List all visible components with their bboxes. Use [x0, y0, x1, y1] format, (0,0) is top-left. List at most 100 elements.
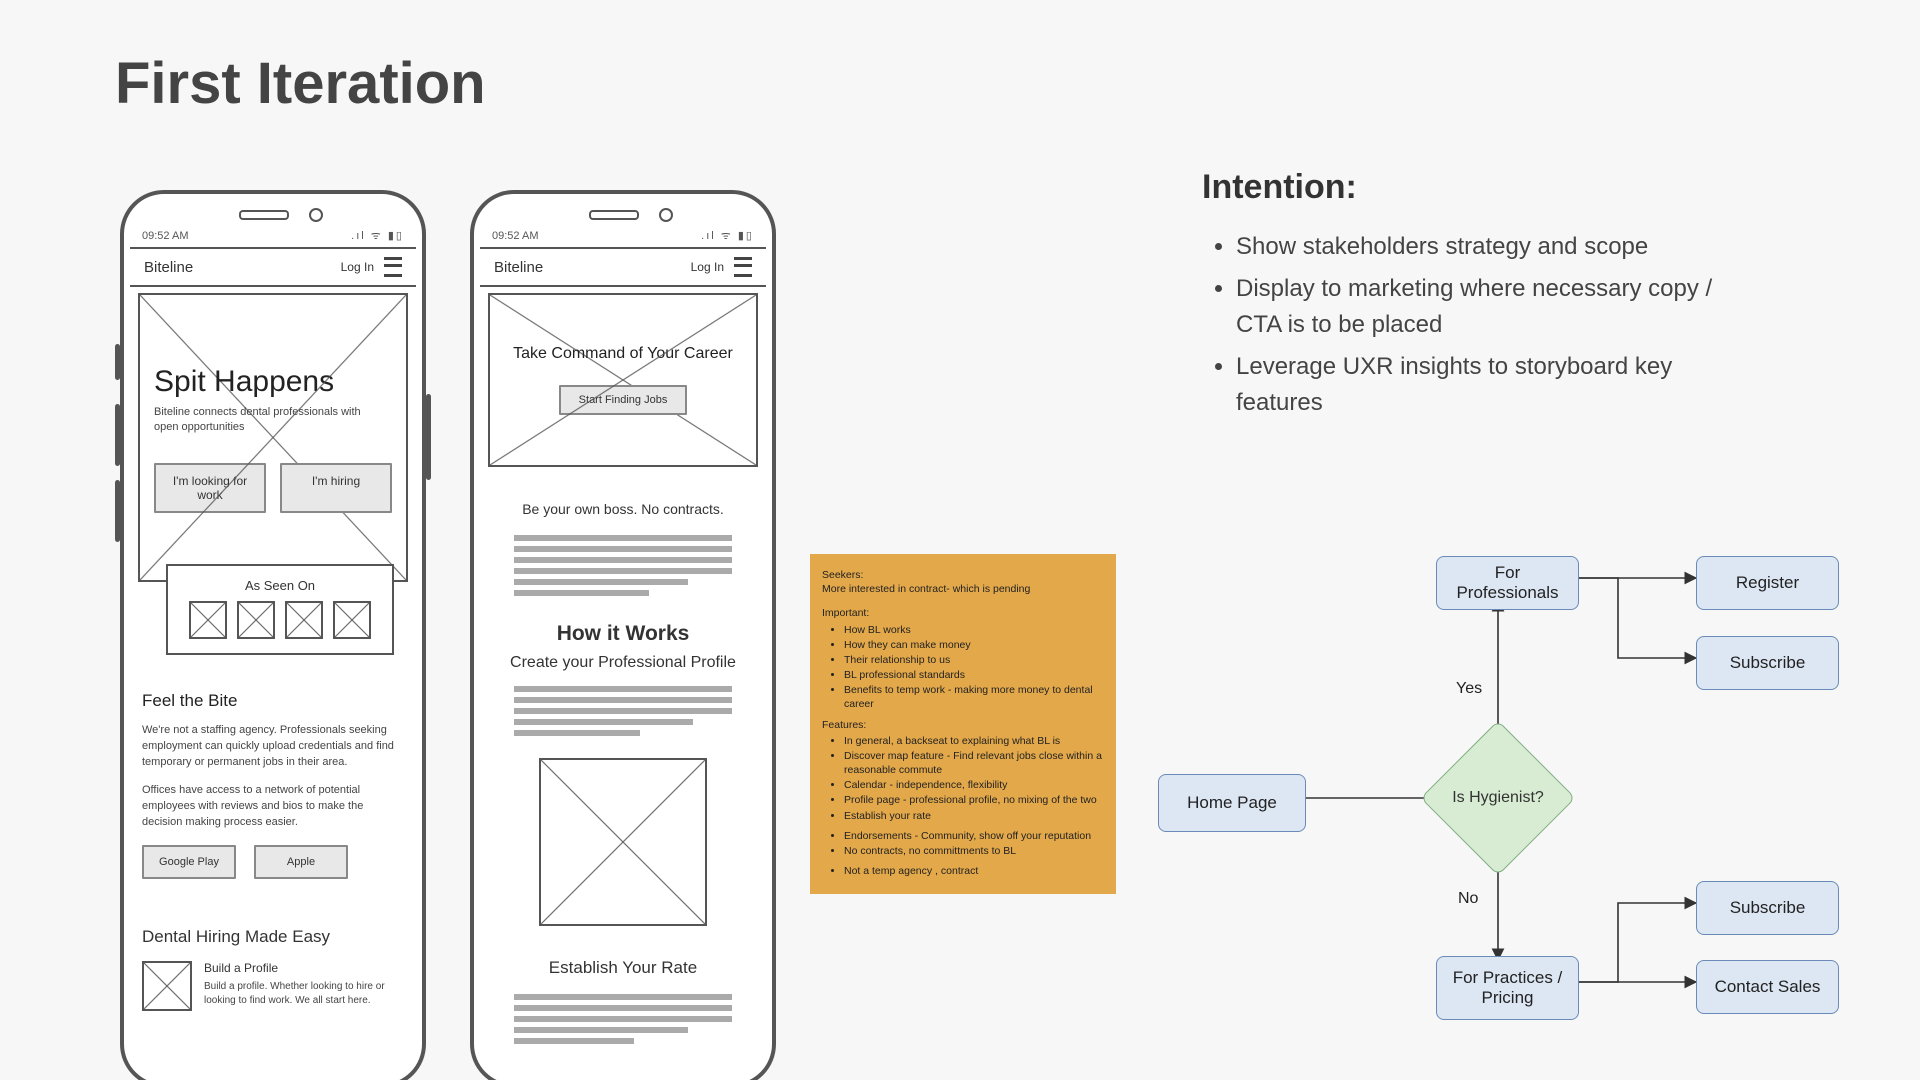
app-header: Biteline Log In	[130, 247, 416, 287]
intention-item: Display to marketing where necessary cop…	[1236, 271, 1756, 343]
note-item: Not a temp agency , contract	[844, 864, 1104, 878]
logo-placeholder	[237, 601, 275, 639]
speaker-icon	[239, 210, 289, 220]
intention-list: Show stakeholders strategy and scope Dis…	[1202, 229, 1756, 421]
flow-edge-yes: Yes	[1456, 680, 1482, 698]
hiring-button[interactable]: I'm hiring	[280, 463, 392, 513]
login-link[interactable]: Log In	[691, 260, 724, 274]
note-heading: Features:	[822, 718, 1104, 732]
note-item: Profile page - professional profile, no …	[844, 793, 1104, 807]
app-header: Biteline Log In	[480, 247, 766, 287]
note-item: Establish your rate	[844, 809, 1104, 823]
hero-image-placeholder: Take Command of Your Career Start Findin…	[488, 293, 758, 467]
flow-decision-hygienist: Is Hygienist?	[1443, 743, 1553, 853]
hero-headline: Take Command of Your Career	[513, 345, 733, 363]
flow-node-contact-sales: Contact Sales	[1696, 960, 1839, 1014]
how-it-works-heading: How it Works	[484, 622, 762, 646]
flow-edge-no: No	[1458, 890, 1478, 908]
hero-headline: Spit Happens	[154, 365, 392, 399]
as-seen-on-label: As Seen On	[178, 578, 382, 593]
copy-placeholder	[514, 535, 732, 596]
camera-icon	[659, 208, 673, 222]
feature-copy: Build a profile. Whether looking to hire…	[204, 980, 404, 1008]
flow-decision-label: Is Hygienist?	[1443, 743, 1553, 853]
logo-placeholder	[333, 601, 371, 639]
phone-side-button	[115, 480, 120, 542]
note-list-important: How BL works How they can make money The…	[822, 623, 1104, 712]
as-seen-on-card: As Seen On	[166, 564, 394, 655]
screen: Spit Happens Biteline connects dental pr…	[124, 287, 422, 1023]
note-line: More interested in contract- which is pe…	[822, 582, 1104, 596]
phone-side-button	[115, 404, 120, 466]
note-list-features: In general, a backseat to explaining wha…	[822, 734, 1104, 823]
section-heading: Feel the Bite	[142, 691, 404, 711]
intention-block: Intention: Show stakeholders strategy an…	[1202, 168, 1756, 427]
hiring-easy-section: Dental Hiring Made Easy Build a Profile …	[142, 927, 404, 1011]
intention-heading: Intention:	[1202, 168, 1756, 207]
copy-placeholder	[514, 686, 732, 736]
status-icons: .ıl ᯤ ▮▯	[701, 228, 754, 243]
status-time: 09:52 AM	[142, 230, 188, 242]
feature-title: Build a Profile	[204, 961, 404, 975]
status-bar: 09:52 AM .ıl ᯤ ▮▯	[124, 222, 422, 245]
flow-node-subscribe-pro: Subscribe	[1696, 636, 1839, 690]
flow-node-professionals: For Professionals	[1436, 556, 1579, 610]
note-list-features-3: Not a temp agency , contract	[822, 864, 1104, 878]
brand-label: Biteline	[494, 259, 543, 276]
page-title: First Iteration	[115, 50, 486, 117]
seeker-button[interactable]: I'm looking for work	[154, 463, 266, 513]
note-list-features-2: Endorsements - Community, show off your …	[822, 829, 1104, 858]
note-item: BL professional standards	[844, 668, 1104, 682]
status-bar: 09:52 AM .ıl ᯤ ▮▯	[474, 222, 772, 245]
phone-side-button	[115, 344, 120, 380]
google-play-button[interactable]: Google Play	[142, 845, 236, 879]
research-sticky-note: Seekers: More interested in contract- wh…	[810, 554, 1116, 894]
note-item: In general, a backseat to explaining wha…	[844, 734, 1104, 748]
copy-placeholder	[514, 994, 732, 1044]
hero-subcopy: Biteline connects dental professionals w…	[154, 405, 384, 435]
note-item: No contracts, no committments to BL	[844, 844, 1104, 858]
start-finding-jobs-button[interactable]: Start Finding Jobs	[559, 385, 688, 415]
hamburger-icon[interactable]	[734, 257, 752, 277]
intention-item: Show stakeholders strategy and scope	[1236, 229, 1756, 265]
note-heading: Important:	[822, 606, 1104, 620]
flow-node-home: Home Page	[1158, 774, 1306, 832]
slide: First Iteration 09:52 AM .ıl ᯤ ▮▯ Biteli…	[0, 0, 1920, 1080]
image-placeholder	[539, 758, 707, 926]
apple-button[interactable]: Apple	[254, 845, 348, 879]
flow-node-subscribe-practice: Subscribe	[1696, 881, 1839, 935]
flow-node-register: Register	[1696, 556, 1839, 610]
speaker-icon	[589, 210, 639, 220]
note-item: Their relationship to us	[844, 653, 1104, 667]
logo-placeholder	[285, 601, 323, 639]
login-link[interactable]: Log In	[341, 260, 374, 274]
section-para: We're not a staffing agency. Professiona…	[142, 723, 404, 771]
establish-rate-heading: Establish Your Rate	[484, 958, 762, 978]
image-placeholder	[142, 961, 192, 1011]
brand-label: Biteline	[144, 259, 193, 276]
create-profile-heading: Create your Professional Profile	[484, 654, 762, 672]
screen: Take Command of Your Career Start Findin…	[474, 287, 772, 1056]
status-time: 09:52 AM	[492, 230, 538, 242]
wireframe-phone-1: 09:52 AM .ıl ᯤ ▮▯ Biteline Log In Spit H…	[120, 190, 426, 1080]
wireframe-phone-2: 09:52 AM .ıl ᯤ ▮▯ Biteline Log In Take C…	[470, 190, 776, 1080]
hero-image-placeholder: Spit Happens Biteline connects dental pr…	[138, 293, 408, 582]
logo-placeholder	[189, 601, 227, 639]
note-item: Benefits to temp work - making more mone…	[844, 683, 1104, 711]
section-para: Offices have access to a network of pote…	[142, 783, 404, 831]
note-item: Discover map feature - Find relevant job…	[844, 749, 1104, 777]
camera-icon	[309, 208, 323, 222]
note-item: Endorsements - Community, show off your …	[844, 829, 1104, 843]
intention-item: Leverage UXR insights to storyboard key …	[1236, 349, 1756, 421]
feel-the-bite-section: Feel the Bite We're not a staffing agenc…	[142, 691, 404, 879]
phone-notch	[124, 204, 422, 222]
note-heading: Seekers:	[822, 568, 1104, 582]
phone-side-button	[426, 394, 431, 480]
note-item: How they can make money	[844, 638, 1104, 652]
phone-notch	[474, 204, 772, 222]
status-icons: .ıl ᯤ ▮▯	[351, 228, 404, 243]
section-heading: Dental Hiring Made Easy	[142, 927, 404, 947]
hamburger-icon[interactable]	[384, 257, 402, 277]
subheading: Be your own boss. No contracts.	[484, 501, 762, 517]
note-item: How BL works	[844, 623, 1104, 637]
